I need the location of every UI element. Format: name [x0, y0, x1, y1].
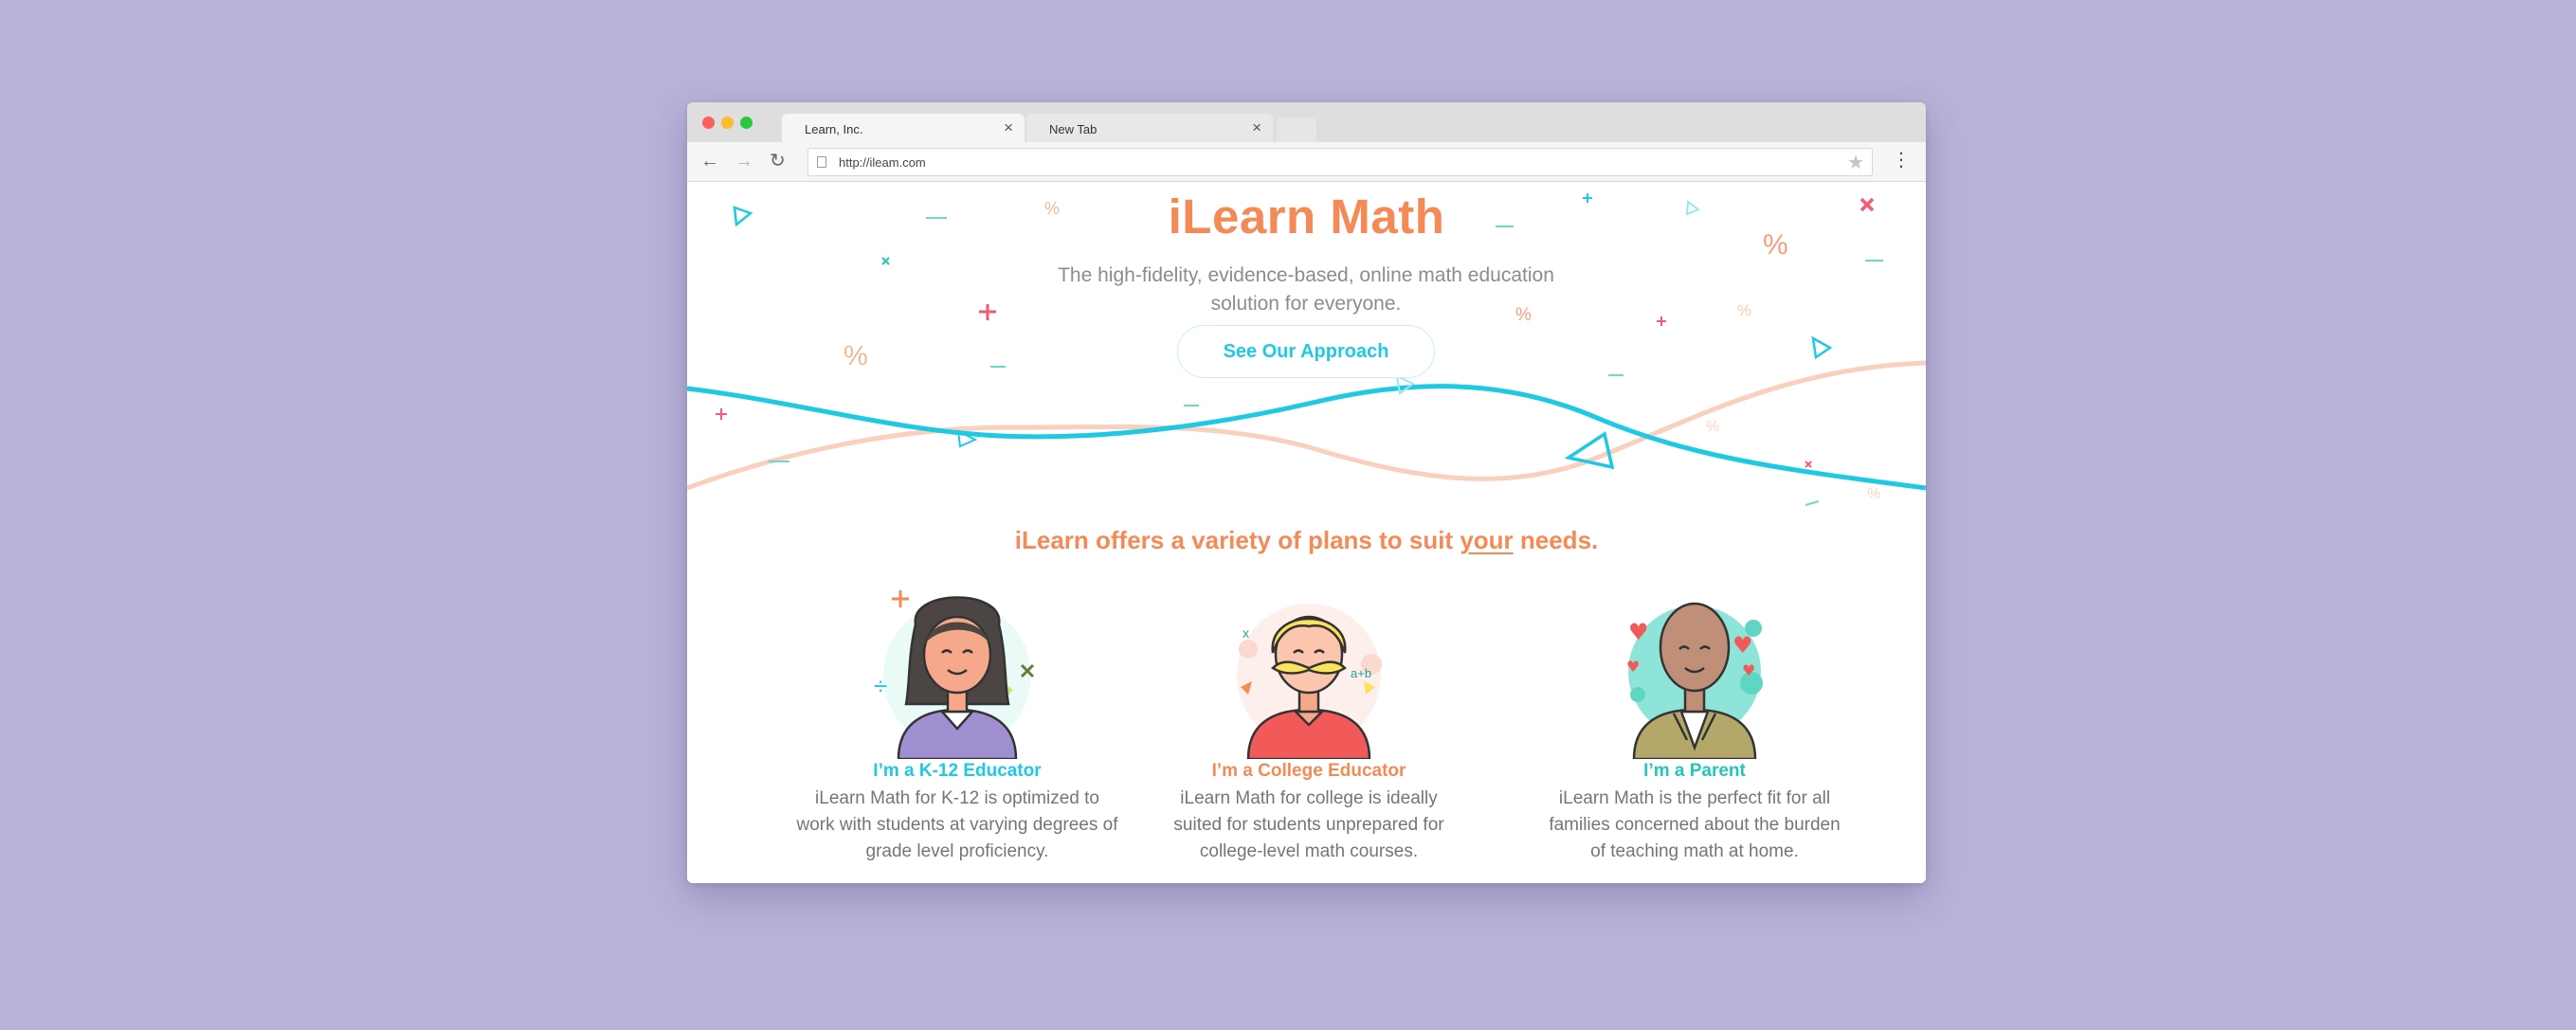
parent-illustration: ♥ ♥ ♥ ♥: [1626, 602, 1763, 759]
persona-parent[interactable]: ♥ ♥ ♥ ♥ I’m a Parent iLearn Math is the …: [1515, 569, 1875, 865]
percent-symbol: %: [1706, 419, 1719, 435]
svg-text:♥: ♥: [1626, 658, 1640, 676]
plans-heading-text: needs.: [1513, 526, 1599, 554]
star-icon[interactable]: ★: [1847, 151, 1864, 174]
percent-symbol: %: [844, 341, 868, 371]
url-text[interactable]: http://ileam.com: [839, 155, 926, 170]
persona-description: iLearn Math for K-12 is optimized to wor…: [777, 786, 1137, 865]
browser-window: Learn, Inc. × New Tab × ← → ↻ http://ile…: [687, 102, 1926, 883]
persona-title[interactable]: I’m a Parent: [1515, 761, 1875, 782]
persona-description: iLearn Math for college is ideally suite…: [1129, 786, 1489, 865]
description-line: iLearn Math is the perfect fit for all: [1558, 788, 1831, 808]
close-icon[interactable]: ×: [1252, 118, 1261, 137]
description-line: families concerned about the burden: [1549, 815, 1841, 835]
see-our-approach-button[interactable]: See Our Approach: [1177, 325, 1435, 378]
college-educator-illustration: x a+b: [1237, 604, 1382, 759]
percent-symbol: %: [1737, 301, 1751, 319]
svg-text:a+b: a+b: [1351, 666, 1371, 680]
times-symbol: [881, 257, 890, 265]
plus-symbol: [979, 304, 996, 320]
persona-description: iLearn Math is the perfect fit for all f…: [1515, 786, 1875, 865]
plus-symbol: [1657, 316, 1666, 326]
k12-educator-illustration: ÷ ✦: [874, 590, 1035, 759]
hero-subtitle-line: The high-fidelity, evidence-based, onlin…: [1058, 264, 1554, 286]
triangle-symbol: [1564, 431, 1615, 470]
description-line: of teaching math at home.: [1590, 841, 1799, 861]
svg-text:÷: ÷: [874, 672, 887, 700]
description-line: work with students at varying degrees of: [796, 815, 1118, 835]
description-line: grade level proficiency.: [865, 841, 1049, 861]
page-icon: [817, 156, 826, 168]
persona-college-educator[interactable]: x a+b I’m a College Educator iLearn Math…: [1129, 569, 1489, 865]
plans-heading-emphasis: your: [1460, 526, 1514, 554]
plans-heading: iLearn offers a variety of plans to suit…: [687, 526, 1926, 555]
plus-symbol: [716, 408, 727, 420]
tab-learn-inc[interactable]: Learn, Inc. ×: [782, 114, 1025, 142]
percent-symbol: %: [1867, 486, 1880, 502]
plans-heading-text: iLearn offers a variety of plans to suit: [1014, 526, 1460, 554]
times-symbol: [1805, 461, 1812, 468]
tab-new-tab[interactable]: New Tab ×: [1026, 114, 1273, 142]
description-line: college-level math courses.: [1199, 841, 1419, 861]
hero-subtitle-line: solution for everyone.: [1210, 293, 1402, 315]
persona-title[interactable]: I’m a K-12 Educator: [777, 761, 1137, 782]
svg-text:♥: ♥: [1628, 619, 1649, 645]
tab-label: New Tab: [1049, 122, 1098, 136]
menu-icon[interactable]: ⋮: [1892, 150, 1911, 171]
minimize-window-button[interactable]: [721, 117, 734, 129]
svg-text:♥: ♥: [1742, 661, 1755, 679]
persona-k12-educator[interactable]: ÷ ✦ I’m a K-12 Educator iLearn Math for …: [777, 569, 1137, 865]
minus-symbol: [1805, 500, 1820, 506]
back-arrow-icon[interactable]: ←: [700, 151, 719, 172]
address-bar[interactable]: http://ileam.com ★: [807, 148, 1873, 176]
new-tab-button[interactable]: [1277, 117, 1316, 142]
hero-title: iLearn Math: [1168, 190, 1445, 244]
triangle-symbol: [1811, 335, 1833, 360]
tab-bar: Learn, Inc. × New Tab ×: [687, 102, 1926, 142]
reload-icon[interactable]: ↻: [770, 151, 786, 172]
description-line: iLearn Math for K-12 is optimized to: [815, 788, 1099, 808]
maximize-window-button[interactable]: [740, 117, 753, 129]
persona-title[interactable]: I’m a College Educator: [1129, 761, 1489, 782]
forward-arrow-icon[interactable]: →: [735, 151, 753, 172]
tab-label: Learn, Inc.: [805, 122, 863, 136]
hero-subtitle: The high-fidelity, evidence-based, onlin…: [1022, 262, 1590, 318]
description-line: suited for students unprepared for: [1173, 815, 1444, 835]
close-window-button[interactable]: [702, 117, 715, 129]
page-content: % % % % % % % iLearn Math The high-fidel…: [687, 183, 1926, 883]
wave-peach: [687, 360, 1926, 491]
svg-text:♥: ♥: [1732, 632, 1753, 659]
triangle-symbol: [1395, 374, 1415, 395]
description-line: iLearn Math for college is ideally: [1180, 788, 1438, 808]
browser-toolbar: ← → ↻ http://ileam.com ★ ⋮: [687, 142, 1926, 182]
svg-text:x: x: [1243, 625, 1249, 641]
close-icon[interactable]: ×: [1004, 118, 1013, 137]
